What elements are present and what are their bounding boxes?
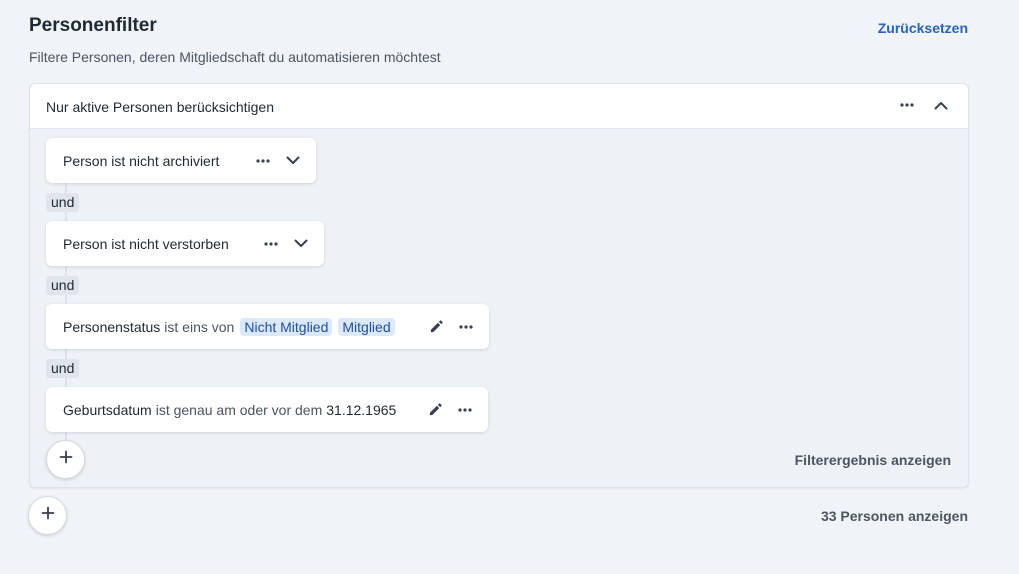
value-chip: Mitglied (338, 317, 395, 336)
pencil-icon[interactable] (425, 316, 447, 338)
filter-group-header[interactable]: Nur aktive Personen berücksichtigen (30, 84, 968, 129)
plus-icon (59, 450, 73, 469)
filter-group-label: Nur aktive Personen berücksichtigen (46, 99, 275, 115)
condition-operator: ist eins von (164, 318, 235, 335)
condition-text: Person ist nicht verstorben (63, 235, 229, 252)
and-connector-badge: und (46, 276, 80, 295)
more-icon[interactable] (252, 150, 274, 172)
chevron-down-icon[interactable] (290, 233, 312, 255)
show-persons-button[interactable]: 33 Personen anzeigen (821, 508, 968, 524)
chevron-down-icon[interactable] (282, 150, 304, 172)
page-subtitle: Filtere Personen, deren Mitgliedschaft d… (29, 49, 441, 65)
condition-card-deceased[interactable]: Person ist nicht verstorben (46, 221, 324, 266)
condition-text: Person ist nicht archiviert (63, 152, 220, 169)
more-icon[interactable] (896, 94, 918, 116)
and-connector-badge: und (46, 193, 80, 212)
condition-field: Personenstatus (63, 318, 161, 335)
condition-card-person-status[interactable]: Personenstatus ist eins von Nicht Mitgli… (46, 304, 489, 349)
reset-link[interactable]: Zurücksetzen (878, 20, 968, 36)
more-icon[interactable] (454, 399, 476, 421)
filter-group-card: Nur aktive Personen berücksichtigen Pers… (29, 83, 969, 488)
pencil-icon[interactable] (424, 399, 446, 421)
value-chip: Nicht Mitglied (240, 317, 333, 336)
plus-icon (41, 506, 55, 525)
condition-operator: ist genau am oder vor dem (155, 401, 323, 418)
condition-card-birthdate[interactable]: Geburtsdatum ist genau am oder vor dem 3… (46, 387, 488, 432)
condition-field: Geburtsdatum (63, 401, 152, 418)
show-filter-result-button[interactable]: Filterergebnis anzeigen (795, 452, 951, 468)
chevron-up-icon[interactable] (930, 94, 952, 116)
page-title: Personenfilter (29, 15, 157, 36)
more-icon[interactable] (455, 316, 477, 338)
condition-text: Personenstatus ist eins von Nicht Mitgli… (63, 317, 395, 336)
add-group-button[interactable] (28, 496, 67, 535)
condition-card-archived[interactable]: Person ist nicht archiviert (46, 138, 316, 183)
and-connector-badge: und (46, 359, 80, 378)
condition-text: Geburtsdatum ist genau am oder vor dem 3… (63, 402, 396, 418)
more-icon[interactable] (260, 233, 282, 255)
condition-value: 31.12.1965 (326, 401, 397, 418)
person-filter-page: Personenfilter Filtere Personen, deren M… (0, 0, 1019, 574)
add-condition-button[interactable] (46, 440, 85, 479)
